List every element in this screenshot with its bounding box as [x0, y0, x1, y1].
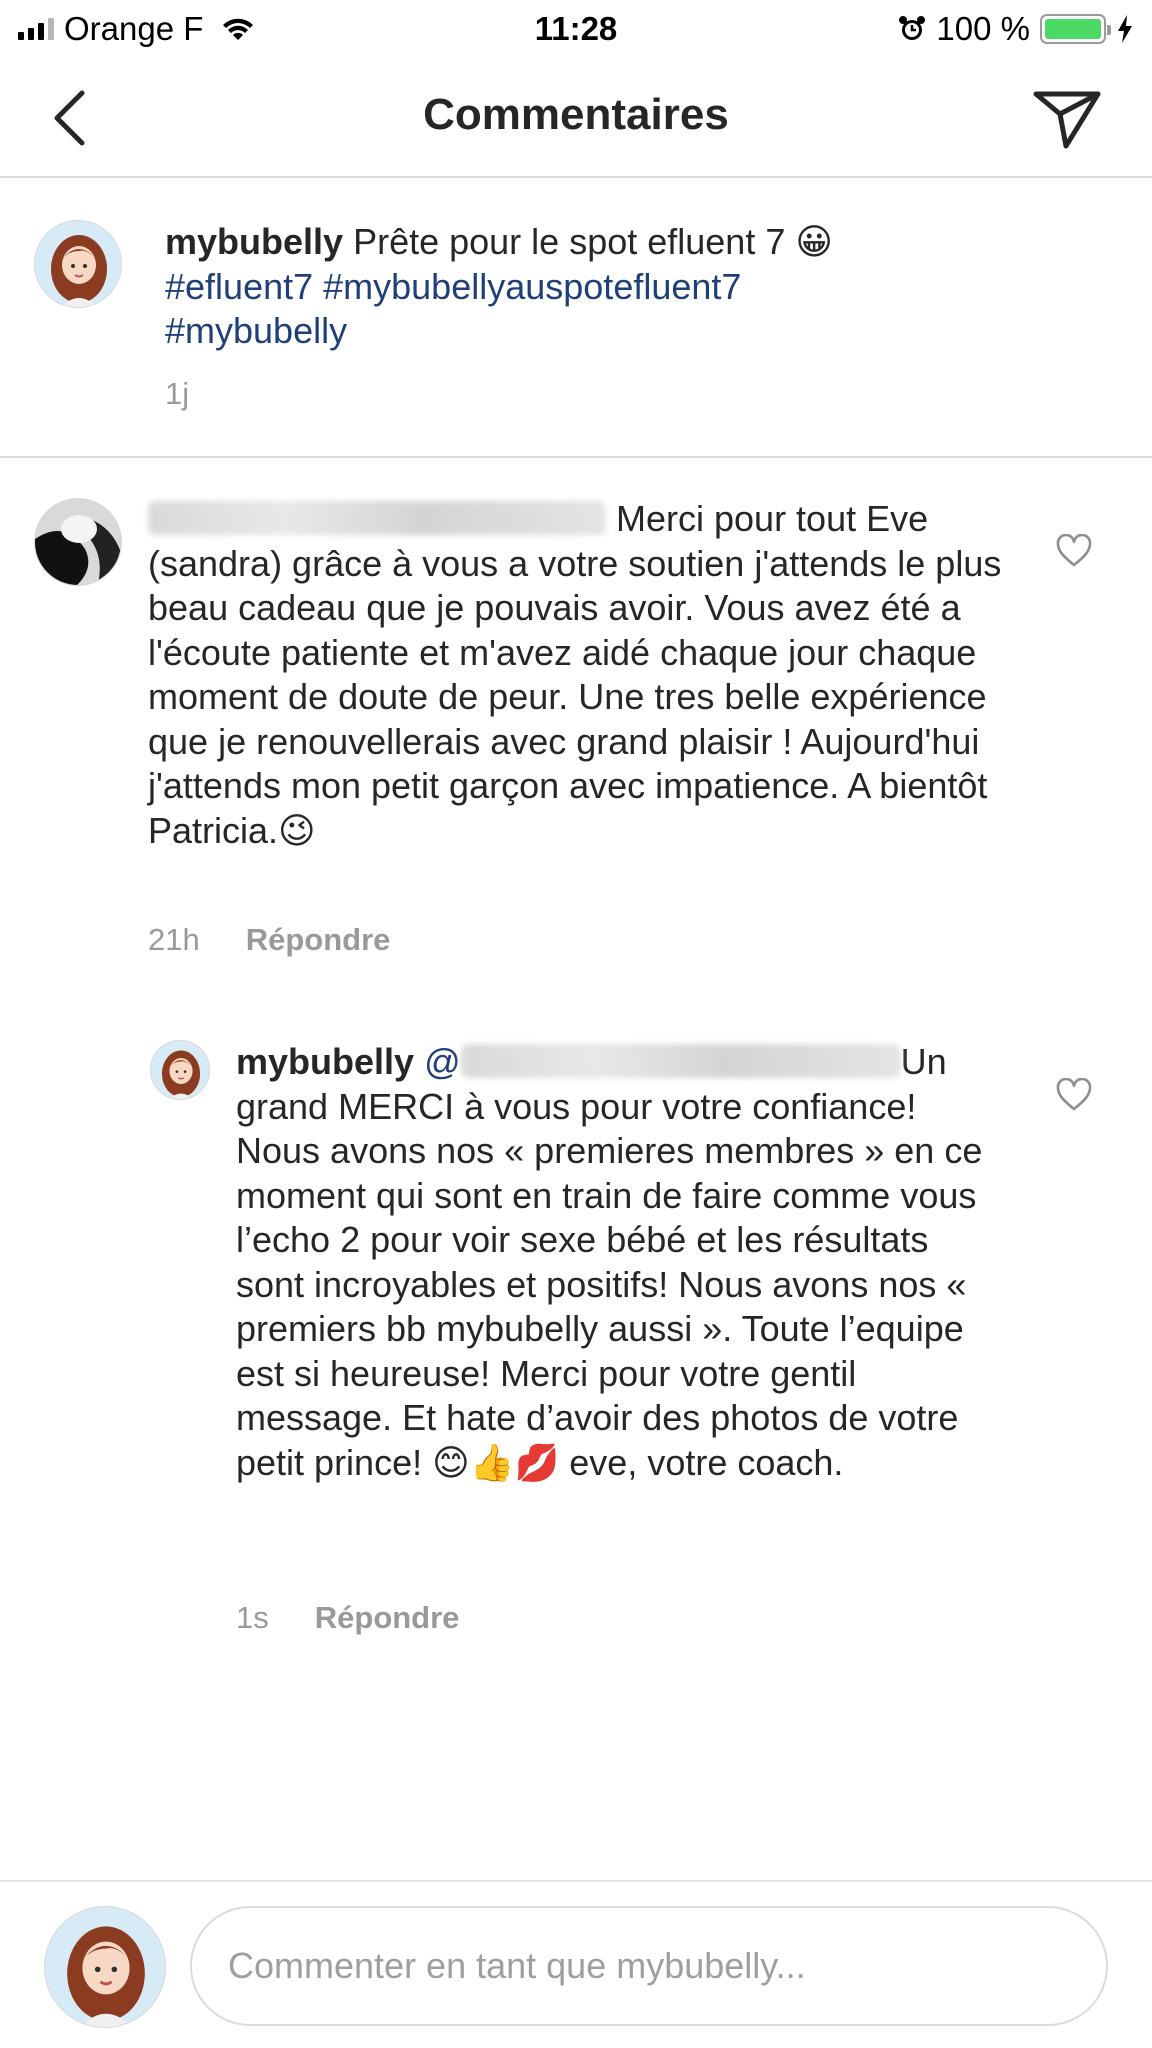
avatar [44, 1906, 166, 2028]
reply-username[interactable]: mybubelly [236, 1041, 414, 1082]
mention-username: babychoudamour2018 [460, 1044, 901, 1078]
comment-time: 21h [148, 922, 200, 957]
user-avatar-image [35, 499, 121, 585]
comment-body: Merci pour tout Eve (sandra) grâce à vou… [148, 498, 1002, 851]
reply-text: mybubelly @babychoudamour2018Un grand ME… [236, 1040, 1006, 1485]
reply-body: Un grand MERCI à vous pour votre confian… [236, 1041, 983, 1483]
mention-at: @ [424, 1041, 461, 1082]
caption-meta: 1j [165, 376, 189, 412]
mybubelly-avatar-image [151, 1041, 209, 1099]
comment-input[interactable]: Commenter en tant que mybubelly... [190, 1906, 1108, 2026]
charging-icon [1118, 15, 1132, 43]
caption-hashtags[interactable]: #efluent7 #mybubellyauspotefluent7 [165, 266, 741, 307]
caption-time: 1j [165, 376, 190, 411]
heart-icon[interactable] [1056, 534, 1092, 568]
mybubelly-avatar-image [45, 1907, 165, 2027]
comment-text: babychoudamour2018 Merci pour tout Eve (… [148, 497, 1010, 853]
avatar[interactable] [34, 220, 122, 308]
reply-button[interactable]: Répondre [315, 1600, 460, 1636]
comments-screen: Orange F 11:28 100 % Commentaires mybube… [0, 0, 1152, 2048]
heart-icon[interactable] [1056, 1078, 1092, 1112]
post-caption: mybubelly Prête pour le spot efluent 7 😀… [0, 178, 1152, 458]
page-title: Commentaires [423, 90, 729, 139]
caption-hashtag[interactable]: #mybubelly [165, 310, 347, 351]
caption-body: Prête pour le spot efluent 7 😀 [343, 221, 833, 262]
send-icon [1033, 91, 1101, 149]
alarm-icon [899, 16, 926, 40]
comment-input-placeholder: Commenter en tant que mybubelly... [228, 1945, 806, 1986]
reply-button[interactable]: Répondre [246, 922, 391, 958]
avatar[interactable] [150, 1040, 210, 1100]
comment-meta: 21h Répondre [148, 922, 390, 958]
mybubelly-avatar-image [35, 221, 121, 307]
caption-username[interactable]: mybubelly [165, 221, 343, 262]
status-bar: Orange F 11:28 100 % [0, 0, 1152, 58]
comment-composer: Commenter en tant que mybubelly... [0, 1880, 1152, 2048]
status-right: 100 % [898, 10, 1134, 48]
comment-username[interactable]: babychoudamour2018 [148, 501, 606, 535]
battery-icon [1040, 14, 1111, 44]
nav-header: Commentaires [0, 58, 1152, 178]
reply-time: 1s [236, 1600, 269, 1635]
send-button[interactable] [1032, 86, 1102, 150]
reply-mention[interactable]: @babychoudamour2018 [424, 1041, 901, 1082]
avatar[interactable] [34, 498, 122, 586]
caption-text: mybubelly Prête pour le spot efluent 7 😀… [165, 220, 965, 354]
reply-meta: 1s Répondre [236, 1600, 459, 1636]
battery-percent: 100 % [936, 10, 1030, 47]
